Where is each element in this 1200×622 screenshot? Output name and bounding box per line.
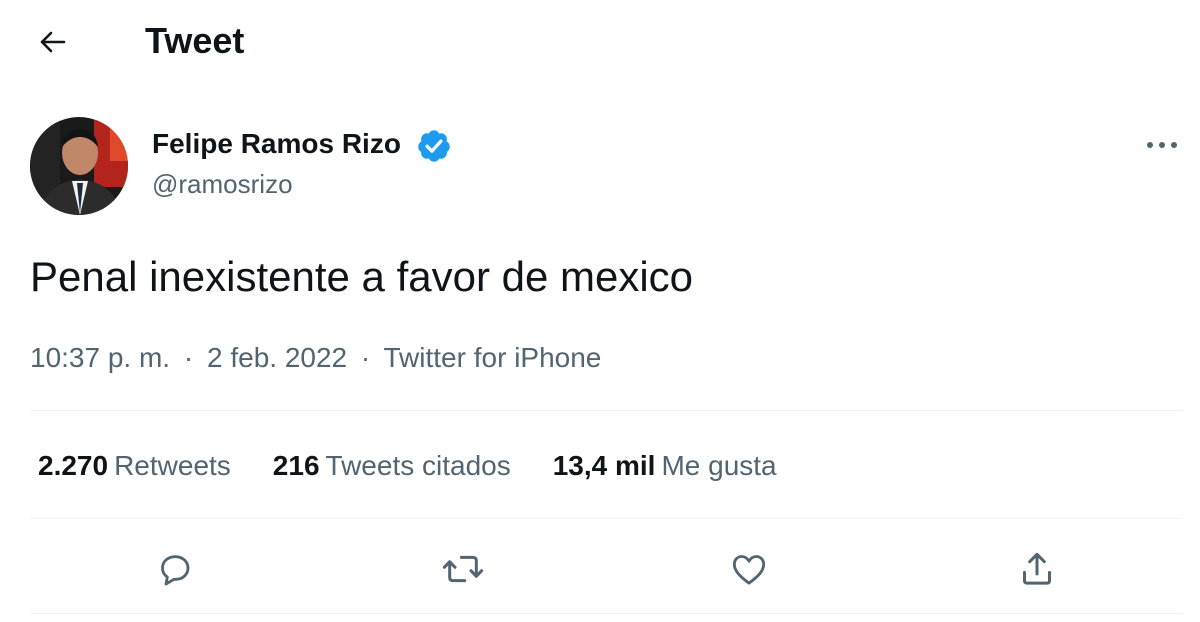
stat-value: 216	[272, 450, 320, 481]
like-button[interactable]	[726, 546, 772, 592]
share-icon	[1023, 552, 1051, 585]
like-icon	[732, 555, 766, 585]
arrow-left-icon	[40, 31, 66, 53]
share-button[interactable]	[1014, 546, 1060, 592]
reply-icon	[161, 555, 190, 586]
verified-badge-icon	[418, 130, 450, 162]
author-name[interactable]: Felipe Ramos Rizo	[152, 126, 401, 162]
retweet-icon	[442, 555, 484, 583]
reply-button[interactable]	[152, 546, 198, 592]
retweets-stat[interactable]: 2.270 Retweets	[38, 446, 231, 486]
tweet-stats: 2.270 Retweets 216 Tweets citados 13,4 mil…	[38, 444, 819, 488]
stat-value: 13,4 mil	[552, 450, 656, 481]
meta-separator: ·	[183, 342, 194, 373]
more-options-button[interactable]	[1140, 128, 1184, 162]
stat-value: 2.270	[38, 450, 109, 481]
tweet-source[interactable]: Twitter for iPhone	[384, 342, 602, 373]
divider	[30, 410, 1182, 411]
tweet-date[interactable]: 2 feb. 2022	[207, 342, 347, 373]
stat-label: Me gusta	[661, 450, 777, 481]
quote-tweets-stat[interactable]: 216 Tweets citados	[273, 446, 511, 486]
tweet-time[interactable]: 10:37 p. m.	[30, 342, 170, 373]
divider	[30, 518, 1182, 519]
stat-label: Retweets	[114, 450, 231, 481]
divider	[30, 613, 1182, 614]
back-button[interactable]	[30, 22, 74, 62]
likes-stat[interactable]: 13,4 mil Me gusta	[553, 446, 777, 486]
page-title: Tweet	[145, 20, 245, 61]
meta-separator: ·	[360, 342, 371, 373]
tweet-header: Tweet	[0, 0, 1200, 84]
avatar-image	[30, 117, 128, 215]
retweet-button[interactable]	[440, 546, 486, 592]
avatar[interactable]	[30, 117, 128, 215]
tweet-text: Penal inexistente a favor de mexico	[30, 253, 694, 300]
author-handle[interactable]: @ramosrizo	[152, 167, 293, 201]
tweet-metadata: 10:37 p. m. · 2 feb. 2022 · Twitter for …	[30, 338, 601, 378]
more-icon	[1147, 142, 1177, 148]
stat-label: Tweets citados	[325, 450, 511, 481]
